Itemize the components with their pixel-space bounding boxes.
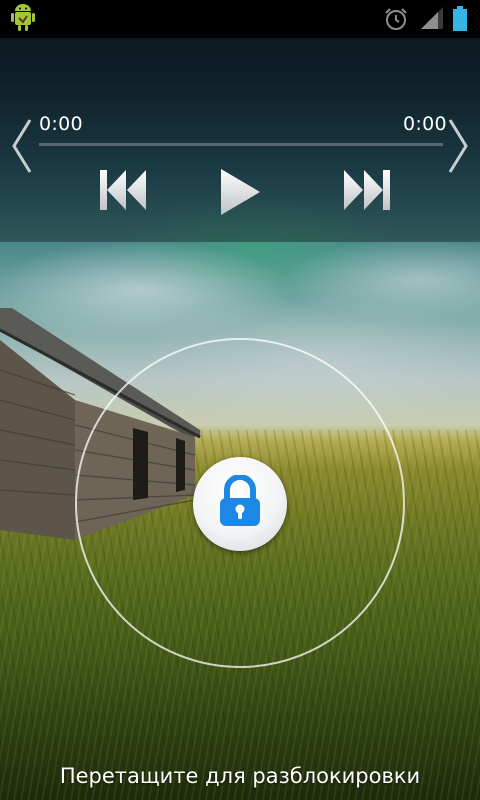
- lock-screen: 0:00 0:00 Перетащите для разблокировки: [0, 0, 480, 800]
- next-track-icon[interactable]: [340, 166, 394, 214]
- elapsed-time: 0:00: [39, 113, 83, 135]
- play-icon[interactable]: [215, 166, 265, 218]
- android-debug-icon: [11, 4, 35, 31]
- padlock-icon: [220, 475, 260, 526]
- track-progress-bar[interactable]: [39, 143, 443, 146]
- status-bar: [0, 0, 480, 38]
- signal-icon: [421, 7, 443, 29]
- alarm-icon: [385, 8, 407, 30]
- total-time: 0:00: [403, 113, 447, 135]
- next-page-chevron-icon[interactable]: [448, 118, 470, 174]
- previous-track-icon[interactable]: [96, 166, 150, 214]
- battery-icon: [453, 6, 467, 31]
- unlock-hint-text: Перетащите для разблокировки: [59, 764, 421, 788]
- unlock-handle[interactable]: [193, 457, 287, 551]
- previous-page-chevron-icon[interactable]: [10, 118, 32, 174]
